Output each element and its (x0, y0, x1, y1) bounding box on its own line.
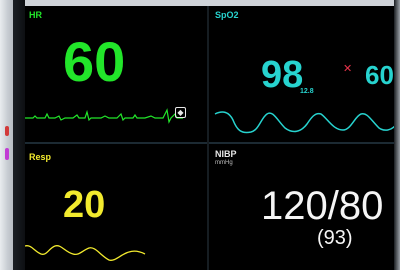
nibp-unit: mmHg (215, 160, 233, 166)
monitor-screen: HR 60 ◆ SpO2 98 12.8 ✕ 60 Resp 20 NIBP m… (25, 6, 394, 270)
panel-divider-vertical (207, 6, 209, 270)
monitor-right-bezel (394, 0, 400, 270)
lead-label-icon: ◆ (175, 107, 186, 118)
panel-divider-horizontal (25, 142, 394, 144)
alarm-led-magenta (5, 148, 9, 160)
alarm-led-red (5, 126, 9, 136)
spo2-label: SpO2 (215, 10, 239, 20)
hr-label: HR (29, 10, 42, 20)
resp-label: Resp (29, 152, 52, 162)
resp-value: 20 (63, 184, 106, 226)
nibp-systolic-diastolic: 120/80 (261, 184, 384, 228)
ecg-waveform (25, 108, 183, 124)
x-alarm-off-icon: ✕ (343, 63, 353, 75)
spo2-value: 98 (261, 54, 304, 96)
nibp-label: NIBP (215, 149, 237, 159)
pulse-rate-value: 60 (365, 60, 394, 90)
perfusion-index-value: 12.8 (300, 88, 314, 95)
hr-value: 60 (63, 30, 126, 93)
pleth-waveform (214, 111, 394, 134)
resp-waveform (25, 245, 146, 261)
nibp-mean: (93) (317, 227, 353, 249)
bezel-shadow (13, 0, 25, 270)
